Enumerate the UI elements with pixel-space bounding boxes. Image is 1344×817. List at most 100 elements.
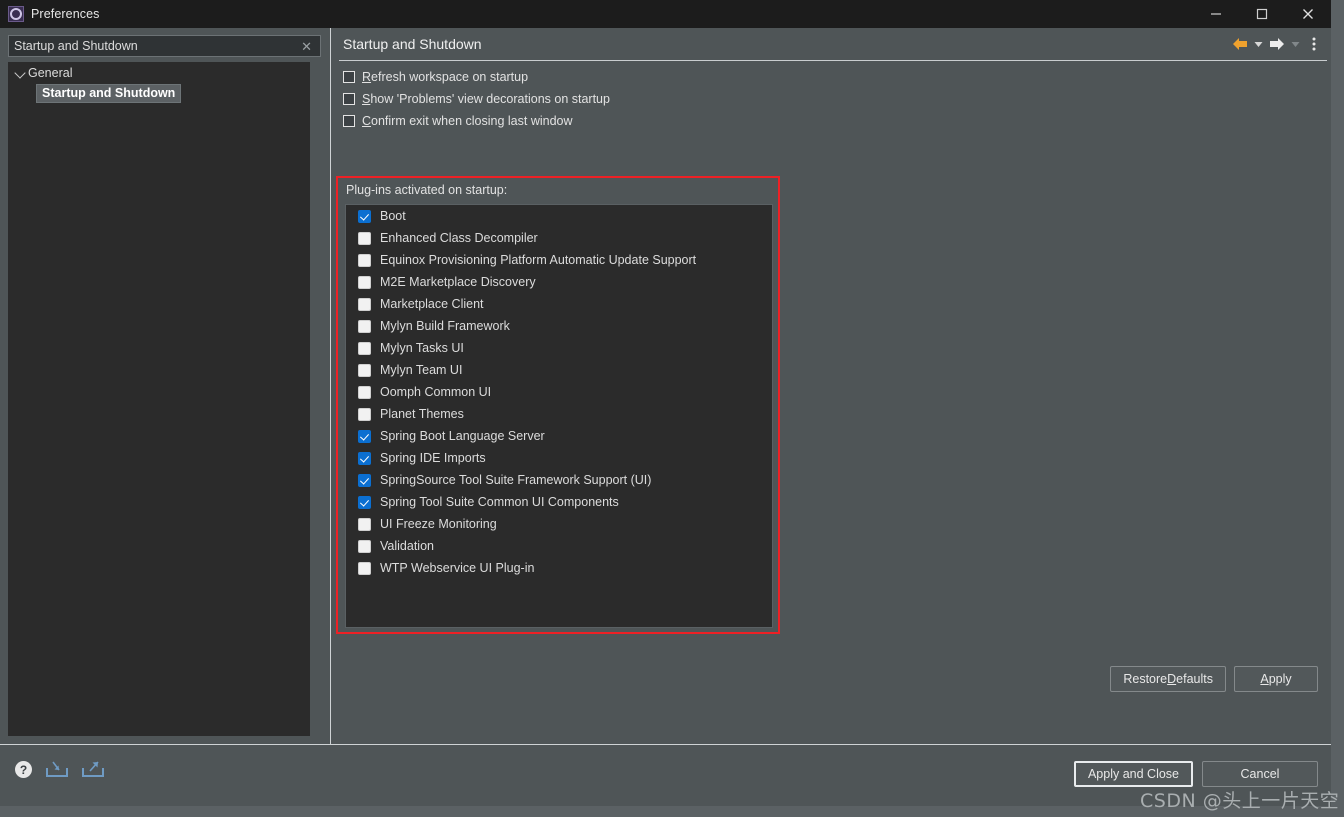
option-confirm-exit[interactable]: Confirm exit when closing last window [333, 110, 1331, 132]
content-toolbar [1229, 32, 1331, 56]
preferences-gear-icon [8, 6, 24, 22]
plugin-row[interactable]: Enhanced Class Decompiler [346, 227, 772, 249]
plugin-label: Boot [380, 209, 406, 223]
checkbox-unchecked[interactable] [358, 341, 371, 355]
checkbox-unchecked[interactable] [358, 363, 371, 377]
plugin-row[interactable]: Boot [346, 205, 772, 227]
option-show-problems-decorations[interactable]: Show 'Problems' view decorations on star… [333, 88, 1331, 110]
option-label: Show 'Problems' view decorations on star… [362, 92, 610, 106]
preferences-sidebar: Startup and Shutdown ✕ General Startup a… [0, 28, 330, 743]
checkbox-checked[interactable] [358, 473, 371, 487]
back-dropdown-chevron-down-icon[interactable] [1252, 32, 1265, 56]
option-label: Confirm exit when closing last window [362, 114, 573, 128]
apply-button-row: Restore Defaults Apply [333, 664, 1331, 694]
plugin-label: Spring IDE Imports [380, 451, 486, 465]
pane-divider [330, 28, 331, 744]
checkbox-unchecked[interactable] [358, 407, 371, 421]
option-label: Refresh workspace on startup [362, 70, 529, 84]
help-icon[interactable]: ? [14, 760, 33, 784]
plugin-row[interactable]: Equinox Provisioning Platform Automatic … [346, 249, 772, 271]
minimize-button[interactable] [1193, 0, 1239, 28]
import-preferences-icon[interactable] [45, 759, 69, 784]
plugin-row[interactable]: Mylyn Team UI [346, 359, 772, 381]
plugin-label: Spring Boot Language Server [380, 429, 545, 443]
sidebar-item-label: General [28, 65, 73, 80]
plugin-label: Mylyn Build Framework [380, 319, 510, 333]
plugin-row[interactable]: SpringSource Tool Suite Framework Suppor… [346, 469, 772, 491]
checkbox-unchecked[interactable] [358, 385, 371, 399]
tree-scrollbar[interactable] [310, 62, 321, 736]
forward-button[interactable] [1266, 32, 1288, 56]
checkbox[interactable] [343, 115, 355, 127]
plugin-row[interactable]: Marketplace Client [346, 293, 772, 315]
maximize-button[interactable] [1239, 0, 1285, 28]
checkbox-unchecked[interactable] [358, 561, 371, 575]
checkbox[interactable] [343, 71, 355, 83]
plugin-label: Mylyn Team UI [380, 363, 463, 377]
content-header: Startup and Shutdown [333, 28, 1331, 60]
plugin-label: Validation [380, 539, 434, 553]
plugins-list[interactable]: Boot Enhanced Class Decompiler Equinox Pro… [345, 204, 773, 628]
chevron-down-icon[interactable] [14, 66, 28, 80]
view-menu-more-vertical-icon[interactable] [1303, 32, 1325, 56]
preferences-content-pane: Startup and Shutdown Refresh workspace o… [333, 28, 1331, 743]
checkbox-unchecked[interactable] [358, 319, 371, 333]
checkbox-unchecked[interactable] [358, 539, 371, 553]
plugins-group-label: Plug-ins activated on startup: [346, 183, 508, 197]
dialog-footer: ? Apply and Close Cancel [0, 745, 1331, 806]
plugin-label: Mylyn Tasks UI [380, 341, 464, 355]
cancel-button[interactable]: Cancel [1202, 761, 1318, 787]
sidebar-item-label: Startup and Shutdown [36, 84, 182, 103]
plugin-row[interactable]: M2E Marketplace Discovery [346, 271, 772, 293]
plugin-row[interactable]: Oomph Common UI [346, 381, 772, 403]
checkbox-unchecked[interactable] [358, 297, 371, 311]
plugin-label: WTP Webservice UI Plug-in [380, 561, 535, 575]
plugin-row[interactable]: Spring Boot Language Server [346, 425, 772, 447]
plugin-row[interactable]: Spring Tool Suite Common UI Components [346, 491, 772, 513]
checkbox-checked[interactable] [358, 429, 371, 443]
checkbox-unchecked[interactable] [358, 517, 371, 531]
plugin-label: Enhanced Class Decompiler [380, 231, 538, 245]
checkbox-unchecked[interactable] [358, 275, 371, 289]
apply-and-close-button[interactable]: Apply and Close [1073, 761, 1193, 787]
restore-defaults-button[interactable]: Restore Defaults [1110, 666, 1226, 692]
checkbox-checked[interactable] [358, 495, 371, 509]
preferences-window: Preferences Startup and Shutdown ✕ Gener… [0, 0, 1331, 806]
plugin-label: Oomph Common UI [380, 385, 492, 399]
checkbox-unchecked[interactable] [358, 231, 371, 245]
svg-text:?: ? [20, 763, 27, 777]
window-title: Preferences [31, 7, 100, 21]
option-refresh-workspace[interactable]: Refresh workspace on startup [333, 66, 1331, 88]
preferences-tree[interactable]: General Startup and Shutdown [8, 62, 321, 736]
apply-button[interactable]: Apply [1234, 666, 1318, 692]
plugin-label: UI Freeze Monitoring [380, 517, 497, 531]
plugin-row[interactable]: Validation [346, 535, 772, 557]
checkbox-checked[interactable] [358, 209, 371, 223]
plugin-row[interactable]: Planet Themes [346, 403, 772, 425]
plugin-label: M2E Marketplace Discovery [380, 275, 536, 289]
plugin-row[interactable]: Mylyn Build Framework [346, 315, 772, 337]
plugins-group-highlight: Plug-ins activated on startup: Boot Enhan… [336, 176, 780, 634]
clear-icon[interactable]: ✕ [301, 40, 320, 53]
checkbox-unchecked[interactable] [358, 253, 371, 267]
search-input[interactable]: Startup and Shutdown ✕ [8, 35, 321, 57]
plugin-label: Spring Tool Suite Common UI Components [380, 495, 619, 509]
plugin-label: Marketplace Client [380, 297, 484, 311]
content-body: Refresh workspace on startup Show 'Probl… [333, 61, 1331, 700]
window-right-edge [1331, 0, 1344, 817]
plugin-row[interactable]: UI Freeze Monitoring [346, 513, 772, 535]
footer-icons: ? [14, 759, 105, 784]
forward-dropdown-chevron-down-icon[interactable] [1289, 32, 1302, 56]
plugin-row[interactable]: Mylyn Tasks UI [346, 337, 772, 359]
plugin-row[interactable]: WTP Webservice UI Plug-in [346, 557, 772, 579]
sidebar-item-startup-and-shutdown[interactable]: Startup and Shutdown [8, 83, 321, 104]
plugin-row[interactable]: Spring IDE Imports [346, 447, 772, 469]
export-preferences-icon[interactable] [81, 759, 105, 784]
checkbox[interactable] [343, 93, 355, 105]
plugin-label: SpringSource Tool Suite Framework Suppor… [380, 473, 652, 487]
sidebar-item-general[interactable]: General [8, 62, 321, 83]
close-button[interactable] [1285, 0, 1331, 28]
back-button[interactable] [1229, 32, 1251, 56]
footer-buttons: Apply and Close Cancel [1073, 761, 1318, 787]
checkbox-checked[interactable] [358, 451, 371, 465]
